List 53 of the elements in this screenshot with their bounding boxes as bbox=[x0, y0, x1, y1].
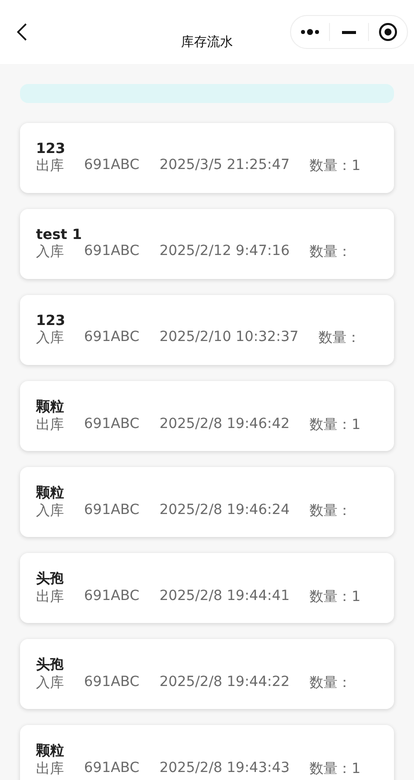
item-code: 691ABC bbox=[84, 760, 140, 778]
record-type: 入库 bbox=[36, 674, 64, 692]
target-icon bbox=[379, 23, 397, 41]
quantity-label: 数量： bbox=[318, 329, 361, 347]
item-name: 123 bbox=[36, 313, 66, 329]
record-card[interactable]: 颗粒 出库 691ABC 2025/2/8 19:46:42 数量：1 bbox=[20, 381, 394, 451]
record-type: 入库 bbox=[36, 329, 64, 347]
record-card[interactable]: 头孢 出库 691ABC 2025/2/8 19:44:41 数量：1 bbox=[20, 553, 394, 623]
record-card[interactable]: 颗粒 出库 691ABC 2025/2/8 19:43:43 数量：1 bbox=[20, 725, 394, 780]
quantity-label: 数量： bbox=[310, 502, 352, 520]
record-card[interactable]: 123 出库 691ABC 2025/3/5 21:25:47 数量：1 bbox=[20, 123, 394, 193]
record-time: 2025/2/8 19:46:42 bbox=[159, 416, 290, 434]
record-type: 入库 bbox=[36, 243, 64, 261]
quantity-label: 数量： bbox=[310, 243, 352, 261]
more-icon bbox=[301, 29, 319, 35]
record-type: 入库 bbox=[36, 502, 64, 520]
item-name: 头孢 bbox=[36, 656, 64, 674]
item-name: 颗粒 bbox=[36, 742, 64, 760]
quantity-label: 数量：1 bbox=[310, 760, 361, 778]
back-icon bbox=[16, 22, 28, 42]
quantity-label: 数量：1 bbox=[310, 157, 361, 175]
record-time: 2025/3/5 21:25:47 bbox=[159, 157, 290, 175]
item-name: 颗粒 bbox=[36, 398, 64, 416]
page-title: 库存流水 bbox=[181, 34, 233, 51]
record-card[interactable]: 颗粒 入库 691ABC 2025/2/8 19:46:24 数量： bbox=[20, 467, 394, 537]
record-time: 2025/2/12 9:47:16 bbox=[159, 243, 290, 261]
item-name: 123 bbox=[36, 141, 66, 157]
item-code: 691ABC bbox=[84, 674, 140, 692]
item-code: 691ABC bbox=[84, 243, 140, 261]
quantity-label: 数量：1 bbox=[310, 416, 361, 434]
record-type: 出库 bbox=[36, 416, 64, 434]
record-type: 出库 bbox=[36, 157, 64, 175]
minimize-icon bbox=[342, 30, 356, 34]
item-name: 颗粒 bbox=[36, 484, 64, 502]
record-type: 出库 bbox=[36, 588, 64, 606]
item-code: 691ABC bbox=[84, 329, 140, 347]
item-code: 691ABC bbox=[84, 502, 140, 520]
record-card[interactable]: 123 入库 691ABC 2025/2/10 10:32:37 数量： bbox=[20, 295, 394, 365]
record-time: 2025/2/8 19:43:43 bbox=[159, 760, 290, 778]
item-code: 691ABC bbox=[84, 588, 140, 606]
record-time: 2025/2/8 19:44:41 bbox=[159, 588, 290, 606]
item-name: test 1 bbox=[36, 227, 82, 243]
record-type: 出库 bbox=[36, 760, 64, 778]
record-card[interactable]: test 1 入库 691ABC 2025/2/12 9:47:16 数量： bbox=[20, 209, 394, 279]
item-code: 691ABC bbox=[84, 416, 140, 434]
record-time: 2025/2/10 10:32:37 bbox=[159, 329, 299, 347]
quantity-label: 数量： bbox=[310, 674, 352, 692]
record-card[interactable]: 头孢 入库 691ABC 2025/2/8 19:44:22 数量： bbox=[20, 639, 394, 709]
record-time: 2025/2/8 19:46:24 bbox=[159, 502, 290, 520]
quantity-label: 数量：1 bbox=[310, 588, 361, 606]
item-name: 头孢 bbox=[36, 570, 64, 588]
record-time: 2025/2/8 19:44:22 bbox=[159, 674, 290, 692]
item-code: 691ABC bbox=[84, 157, 140, 175]
